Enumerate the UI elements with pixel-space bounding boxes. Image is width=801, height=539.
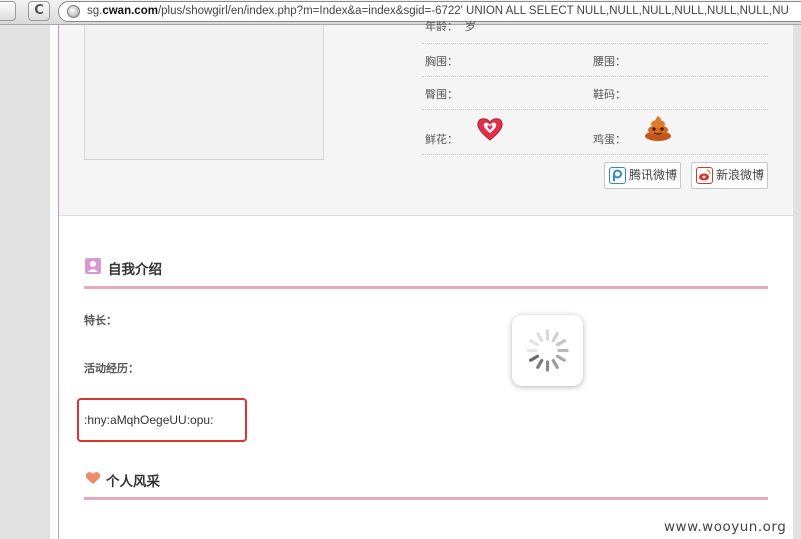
highlight-box xyxy=(77,398,247,442)
heart-flower-icon[interactable] xyxy=(476,116,504,142)
info-row-votes: 鲜花： 鸡蛋： xyxy=(422,110,768,155)
browser-toolbar: C sg.cwan.com/plus/showgirl/en/index.php… xyxy=(0,0,801,25)
info-row-measurements: 胸围： 腰围： xyxy=(422,44,768,77)
left-margin xyxy=(0,25,50,539)
share-sina-button[interactable]: 新浪微博 xyxy=(691,162,768,189)
globe-icon xyxy=(67,5,80,18)
intro-divider xyxy=(84,286,768,289)
specialty-label: 特长： xyxy=(84,314,117,327)
reload-button[interactable]: C xyxy=(28,1,50,21)
info-row-hips-shoe: 臀围： 鞋码： xyxy=(422,77,768,110)
page-left-border xyxy=(58,25,59,539)
profile-photo xyxy=(84,25,324,160)
share-tencent-label: 腾讯微博 xyxy=(629,168,678,182)
right-margin xyxy=(793,25,801,539)
intro-section-title: 自我介绍 xyxy=(108,262,162,278)
reload-icon: C xyxy=(34,3,44,18)
share-tencent-button[interactable]: 腾讯微博 xyxy=(604,162,681,189)
loading-indicator xyxy=(512,315,583,386)
style-section-title: 个人风采 xyxy=(106,474,160,490)
experience-label: 活动经历： xyxy=(84,362,139,375)
poop-egg-icon[interactable] xyxy=(643,114,673,142)
tencent-weibo-icon xyxy=(609,167,626,184)
share-sina-label: 新浪微博 xyxy=(716,168,765,182)
style-divider xyxy=(84,497,768,500)
info-row-age: 年龄： 岁 xyxy=(422,20,768,44)
url-text: sg.cwan.com/plus/showgirl/en/index.php?m… xyxy=(87,5,789,17)
user-icon xyxy=(85,258,101,274)
sina-weibo-icon xyxy=(696,167,713,184)
spinner-icon xyxy=(526,329,569,372)
watermark: www.wooyun.org xyxy=(664,519,787,535)
back-button[interactable] xyxy=(0,1,16,21)
heart-icon xyxy=(85,472,101,484)
